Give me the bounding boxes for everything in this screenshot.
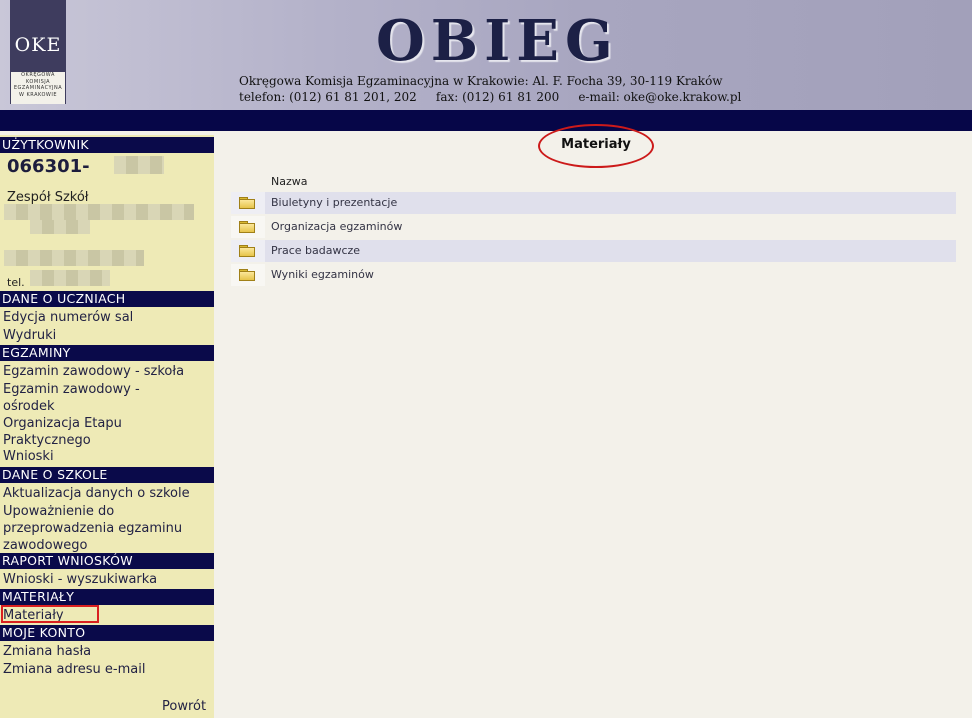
logo-sub-line: EGZAMINACYJNA: [13, 85, 63, 91]
nav-organizacja-etapu-praktycznego[interactable]: Organizacja Etapu Praktycznego: [3, 415, 153, 449]
active-item-highlight: [1, 605, 99, 623]
oke-logo[interactable]: OKE OKRĘGOWA KOMISJA EGZAMINACYJNA W KRA…: [10, 0, 66, 104]
nav-egzamin-zawodowy-osrodek[interactable]: Egzamin zawodowy - ośrodek: [3, 381, 173, 415]
school-name: Zespół Szkół: [7, 190, 89, 205]
brand-title: OBIEG: [376, 8, 619, 74]
section-dane-o-uczniach: DANE O UCZNIACH: [0, 291, 214, 307]
page-title-text: Materiały: [561, 137, 631, 152]
address-line: Okręgowa Komisja Egzaminacyjna w Krakowi…: [239, 74, 723, 88]
folder-name[interactable]: Organizacja egzaminów: [271, 220, 402, 233]
folder-icon[interactable]: [239, 197, 255, 209]
section-dane-o-szkole: DANE O SZKOLE: [0, 467, 214, 483]
nav-wnioski-wyszukiwarka[interactable]: Wnioski - wyszukiwarka: [3, 571, 213, 588]
redacted-block: [4, 250, 144, 266]
nav-upowaznienie[interactable]: Upoważnienie do przeprowadzenia egzaminu…: [3, 503, 213, 554]
folder-row[interactable]: Biuletyny i prezentacje: [231, 192, 956, 214]
nav-wydruki[interactable]: Wydruki: [3, 327, 213, 344]
nav-aktualizacja-danych[interactable]: Aktualizacja danych o szkole: [3, 485, 213, 502]
user-id: 066301-: [7, 156, 90, 177]
folder-row[interactable]: Organizacja egzaminów: [231, 216, 956, 238]
icon-cell: [231, 216, 265, 238]
section-user: UŻYTKOWNIK: [0, 137, 214, 153]
folder-name[interactable]: Prace badawcze: [271, 244, 360, 257]
logo-sub-line: W KRAKOWIE: [18, 91, 58, 98]
folder-icon[interactable]: [239, 269, 255, 281]
redacted-block: [30, 220, 90, 234]
folder-name[interactable]: Wyniki egzaminów: [271, 268, 374, 281]
redacted-block: [30, 270, 110, 286]
nav-wnioski[interactable]: Wnioski: [3, 448, 213, 465]
folder-row[interactable]: Prace badawcze: [231, 240, 956, 262]
section-materialy: MATERIAŁY: [0, 589, 214, 605]
page-title: Materiały: [538, 124, 654, 168]
icon-cell: [231, 192, 265, 214]
redacted-block: [114, 156, 164, 174]
icon-cell: [231, 264, 265, 286]
folder-icon[interactable]: [239, 245, 255, 257]
section-egzaminy: EGZAMINY: [0, 345, 214, 361]
nav-egzamin-zawodowy-szkola[interactable]: Egzamin zawodowy - szkoła: [3, 363, 213, 380]
column-header-name[interactable]: Nazwa: [271, 175, 307, 188]
nav-band: [0, 110, 972, 131]
redacted-block: [4, 204, 194, 220]
page-header: OKE OKRĘGOWA KOMISJA EGZAMINACYJNA W KRA…: [0, 0, 972, 110]
logo-mark: OKE: [14, 34, 62, 56]
contact-line: telefon: (012) 61 81 201, 202 fax: (012)…: [239, 90, 742, 104]
logo-subtitle: OKRĘGOWA KOMISJA EGZAMINACYJNA W KRAKOWI…: [11, 72, 65, 104]
folder-name[interactable]: Biuletyny i prezentacje: [271, 196, 397, 209]
nav-edycja-numerow-sal[interactable]: Edycja numerów sal: [3, 309, 213, 326]
folder-icon[interactable]: [239, 221, 255, 233]
back-link[interactable]: Powrót: [162, 699, 206, 714]
school-tel: tel.: [7, 276, 25, 289]
nav-zmiana-adresu-email[interactable]: Zmiana adresu e-mail: [3, 661, 213, 678]
folder-row[interactable]: Wyniki egzaminów: [231, 264, 956, 286]
section-raport-wnioskow: RAPORT WNIOSKÓW: [0, 553, 214, 569]
nav-zmiana-hasla[interactable]: Zmiana hasła: [3, 643, 213, 660]
icon-cell: [231, 240, 265, 262]
section-moje-konto: MOJE KONTO: [0, 625, 214, 641]
